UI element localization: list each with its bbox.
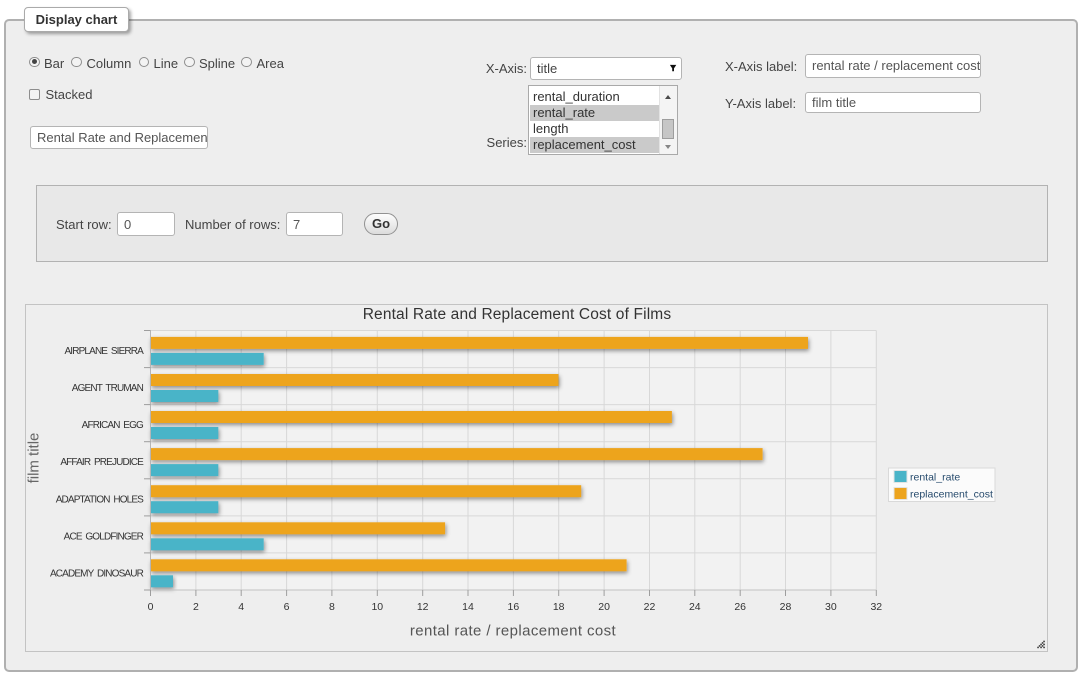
svg-text:ADAPTATION HOLES: ADAPTATION HOLES	[56, 494, 144, 505]
svg-text:32: 32	[870, 601, 882, 613]
svg-text:AIRPLANE SIERRA: AIRPLANE SIERRA	[64, 346, 144, 357]
svg-text:Rental Rate and Replacement Co: Rental Rate and Replacement Cost of Film…	[363, 306, 672, 323]
svg-text:10: 10	[371, 601, 383, 613]
svg-text:20: 20	[598, 601, 610, 613]
svg-text:28: 28	[780, 601, 792, 613]
svg-text:30: 30	[825, 601, 837, 613]
svg-text:2: 2	[193, 601, 199, 613]
svg-text:24: 24	[689, 601, 701, 613]
svg-text:AFFAIR PREJUDICE: AFFAIR PREJUDICE	[60, 457, 144, 468]
svg-text:ACADEMY DINOSAUR: ACADEMY DINOSAUR	[50, 569, 144, 580]
svg-text:rental rate / replacement cost: rental rate / replacement cost	[410, 623, 617, 640]
svg-text:film title: film title	[26, 433, 43, 484]
svg-text:0: 0	[148, 601, 154, 613]
svg-text:22: 22	[644, 601, 656, 613]
svg-text:26: 26	[734, 601, 746, 613]
svg-text:AGENT TRUMAN: AGENT TRUMAN	[72, 383, 144, 394]
svg-text:ACE GOLDFINGER: ACE GOLDFINGER	[64, 531, 144, 542]
svg-text:replacement_cost: replacement_cost	[910, 489, 993, 501]
svg-text:rental_rate: rental_rate	[910, 472, 960, 484]
svg-text:16: 16	[508, 601, 520, 613]
svg-text:18: 18	[553, 601, 565, 613]
svg-text:14: 14	[462, 601, 474, 613]
svg-text:6: 6	[284, 601, 290, 613]
svg-text:AFRICAN EGG: AFRICAN EGG	[82, 420, 144, 431]
svg-text:4: 4	[238, 601, 244, 613]
svg-text:12: 12	[417, 601, 429, 613]
svg-text:8: 8	[329, 601, 335, 613]
